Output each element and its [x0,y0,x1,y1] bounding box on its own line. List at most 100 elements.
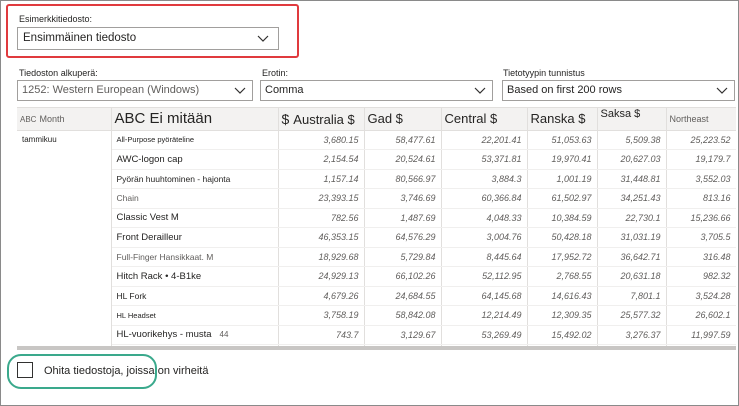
product-name: HL-vuorikehys - musta [116,329,212,341]
column-header-month[interactable]: ABC Month [17,108,112,131]
table-row: HL Headset 3,758.19 58,842.08 12,214.49 12,3… [17,305,736,326]
chevron-down-icon [473,83,487,97]
value-cell: 5,509.38 [597,130,667,150]
value-cell: 31,448.81 [597,169,667,189]
table-header-row: ABC Month ABC Ei mitään $ Australia $ Gad … [17,108,736,131]
table-row: Pyörän huuhtominen - hajonta 1,157.14 80,5… [17,169,736,189]
value-cell: 4,679.26 [278,286,365,306]
value-cell: 813.16 [666,188,736,209]
table-row: HL Fork 4,679.26 24,684.55 64,145.68 14,616.… [17,286,736,306]
value-cell: 3,524.28 [666,286,736,306]
value-cell: 19,970.41 [527,149,598,170]
value-cell: 3,884.3 [441,169,528,189]
value-cell: 3,276.37 [597,325,667,345]
product-name: Hitch Rack • 4-B1ke [116,270,202,282]
value-cell: 3,129.67 [364,325,442,345]
delimiter-dropdown[interactable]: Comma [260,80,493,101]
value-cell: 58,842.08 [364,305,442,326]
value-cell: 15,492.02 [527,325,598,345]
value-cell: 61,502.97 [527,188,598,209]
value-cell: 23,393.15 [278,188,365,209]
product-cell: HL Fork [111,286,279,306]
column-header-ranska[interactable]: Ranska $ [527,108,598,131]
value-cell: 19,179.7 [666,149,736,170]
value-cell: 17,952.72 [527,247,598,267]
product-cell: Full-Finger Hansikkaat. M [111,247,279,267]
horizontal-scrollbar[interactable] [17,346,736,350]
value-cell: 2,154.54 [278,149,365,170]
value-cell: 51,053.63 [527,130,598,150]
value-cell: 11,997.59 [666,325,736,345]
column-header-product[interactable]: ABC Ei mitään [111,108,279,131]
value-cell: 46,353.15 [278,227,365,248]
file-origin-dropdown[interactable]: 1252: Western European (Windows) [17,80,253,101]
chevron-down-icon [233,83,247,97]
value-cell: 25,577.32 [597,305,667,326]
table-row: Chain 23,393.15 3,746.69 60,366.84 61,502.97… [17,188,736,209]
value-cell: 20,524.61 [364,149,442,170]
table-row: AWC-logon cap 2,154.54 20,524.61 53,371.81 1… [17,149,736,170]
product-name: Front Derailleur [116,231,182,243]
value-cell: 4,048.33 [441,208,528,228]
column-header-saksa[interactable]: Saksa $ [597,108,667,131]
value-cell: 316.48 [666,247,736,267]
currency-type-icon: $ [281,110,290,127]
product-cell: Hitch Rack • 4-B1ke [111,266,279,287]
value-cell: 20,631.18 [597,266,667,287]
column-header-central[interactable]: Central $ [441,108,528,131]
value-cell: 36,642.71 [597,247,667,267]
value-cell: 18,929.68 [278,247,365,267]
table-row: HL-vuorikehys - musta 44 743.7 3,129.67 53,2… [17,325,736,345]
product-name: Full-Finger Hansikkaat. M [116,251,214,262]
value-cell: 1,487.69 [364,208,442,228]
value-cell: 1,157.14 [278,169,365,189]
value-cell: 3,758.19 [278,305,365,326]
value-cell: 10,384.59 [527,208,598,228]
example-file-highlight [6,4,299,58]
value-cell: 15,236.66 [666,208,736,228]
product-cell: Pyörän huuhtominen - hajonta [111,169,279,189]
value-cell: 3,746.69 [364,188,442,209]
data-type-detection-dropdown[interactable]: Based on first 200 rows [502,80,735,101]
value-cell: 31,031.19 [597,227,667,248]
product-name: AWC-logon cap [116,153,183,165]
value-cell: 50,428.18 [527,227,598,248]
preview-table: ABC Month ABC Ei mitään $ Australia $ Gad … [17,107,736,347]
product-name: All-Purpose pyöräteline [116,135,195,145]
month-cell: tammikuu [17,130,112,347]
product-cell: AWC-logon cap [111,149,279,170]
value-cell: 66,102.26 [364,266,442,287]
value-cell: 22,201.41 [441,130,528,150]
value-cell: 25,223.52 [666,130,736,150]
value-cell: 52,112.95 [441,266,528,287]
value-cell: 743.7 [278,325,365,345]
column-header-northeast[interactable]: Northeast [666,108,736,131]
value-cell: 782.56 [278,208,365,228]
column-header-gad[interactable]: Gad $ [364,108,442,131]
table-row: Full-Finger Hansikkaat. M 18,929.68 5,729.… [17,247,736,267]
skip-errors-highlight [7,354,157,389]
product-cell: HL-vuorikehys - musta 44 [111,325,279,345]
data-type-detection-label: Tietotyypin tunnistus [503,68,585,78]
value-cell: 64,576.29 [364,227,442,248]
product-name: Classic Vest M [116,212,179,224]
product-cell: Front Derailleur [111,227,279,248]
value-cell: 34,251.43 [597,188,667,209]
delimiter-label: Erotin: [262,68,289,78]
value-cell: 80,566.97 [364,169,442,189]
value-cell: 1,001.19 [527,169,598,189]
chevron-down-icon [715,83,729,97]
value-cell: 3,552.03 [666,169,736,189]
product-name: Chain [116,193,139,204]
text-type-icon: ABC [20,114,37,124]
column-header-australia[interactable]: $ Australia $ [278,108,365,131]
value-cell: 14,616.43 [527,286,598,306]
value-cell: 982.32 [666,266,736,287]
cell-note: 44 [219,330,229,340]
value-cell: 64,145.68 [441,286,528,306]
product-cell: All-Purpose pyöräteline [111,130,279,150]
table-row: Classic Vest M 782.56 1,487.69 4,048.33 10,3… [17,208,736,228]
value-cell: 53,371.81 [441,149,528,170]
value-cell: 53,269.49 [441,325,528,345]
value-cell: 60,366.84 [441,188,528,209]
